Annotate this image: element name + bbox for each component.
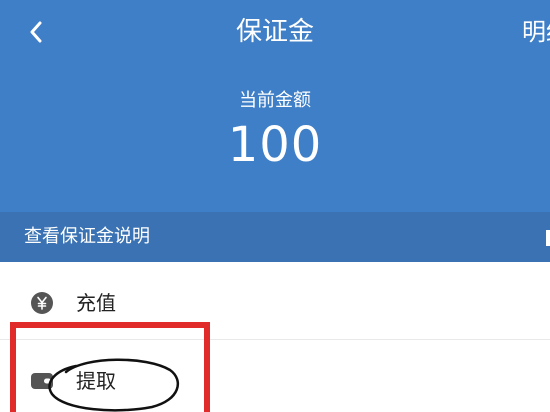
detail-link[interactable]: 明细 xyxy=(522,14,550,50)
recharge-item[interactable]: 充值 xyxy=(0,266,550,340)
deposit-info-link[interactable]: 查看保证金说明 xyxy=(0,212,550,262)
yuan-circle-icon xyxy=(30,291,54,315)
recharge-label: 充值 xyxy=(76,291,116,315)
amount-label: 当前金额 xyxy=(239,90,311,111)
amount-value: 100 xyxy=(227,117,323,173)
wallet-icon xyxy=(30,369,54,393)
deposit-info-label: 查看保证金说明 xyxy=(24,226,150,247)
withdraw-label: 提取 xyxy=(76,369,116,393)
page-title: 保证金 xyxy=(235,17,314,47)
chevron-right-icon xyxy=(546,230,550,246)
header: 保证金 明细 当前金额 100 xyxy=(0,0,550,212)
withdraw-item[interactable]: 提取 xyxy=(0,341,550,412)
